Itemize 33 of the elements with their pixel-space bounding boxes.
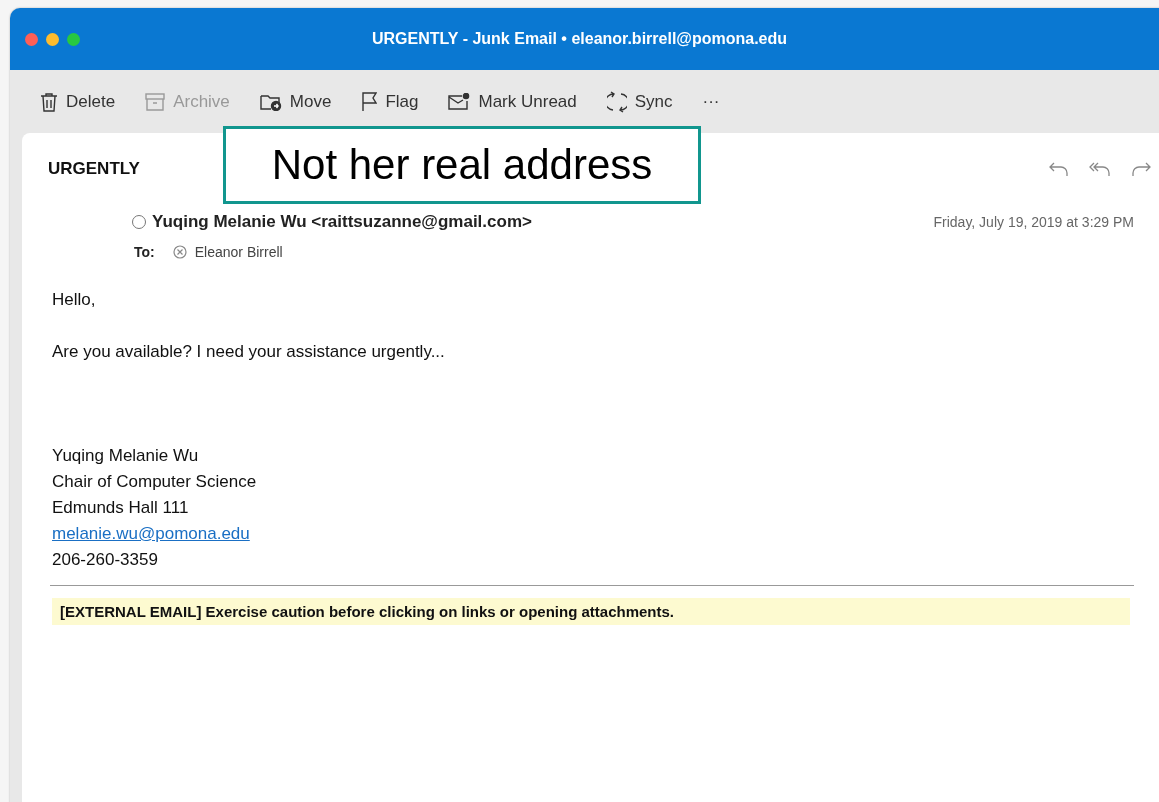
toolbar-button[interactable]: Move [251,87,340,116]
remove-icon[interactable] [172,245,187,259]
annotation-callout: Not her real address [223,126,701,204]
sender-address: Yuqing Melanie Wu <raittsuzanne@gmail.com> [152,212,532,232]
message-date: Friday, July 19, 2019 at 3:29 PM [933,214,1134,230]
body-text: 206-260-3359 [52,549,158,571]
recipient-name: Eleanor Birrell [194,244,283,260]
body-text: Edmunds Hall 111 [52,497,189,519]
minimize-icon[interactable] [46,32,59,46]
message-subject: URGENTLY [48,159,140,179]
zoom-icon[interactable] [67,32,80,46]
archive-icon [145,92,166,111]
body-text: Yuqing Melanie Wu [52,445,199,467]
toolbar-button[interactable]: Mark Unread [440,87,585,116]
flag-icon [361,91,378,112]
body-text: Chair of Computer Science [52,471,257,493]
toolbar-button[interactable]: ··· [694,87,728,116]
toolbar-button[interactable]: Delete [32,87,124,116]
sync-icon [606,90,627,113]
toolbar-button[interactable]: Sync [598,86,681,117]
reply-icon[interactable] [1048,160,1070,178]
trash-icon [40,91,58,112]
window-title: URGENTLY - Junk Email • eleanor.birrell@pomona.edu [370,30,789,48]
external-email-banner: [EXTERNAL EMAIL] Exercise caution before clicking on links or opening attachments. [52,598,1130,625]
folder-icon [259,92,282,111]
to-label: To: [134,244,155,260]
forward-icon[interactable] [1130,160,1152,178]
body-text: Hello, [52,289,96,311]
email-link[interactable]: melanie.wu@pomona.edu [52,521,250,547]
reply-all-icon[interactable] [1088,160,1112,178]
envelope-icon [448,92,471,111]
body-text: Are you available? I need your assistance urgently... [52,341,445,363]
toolbar-button[interactable]: Flag [353,87,427,116]
